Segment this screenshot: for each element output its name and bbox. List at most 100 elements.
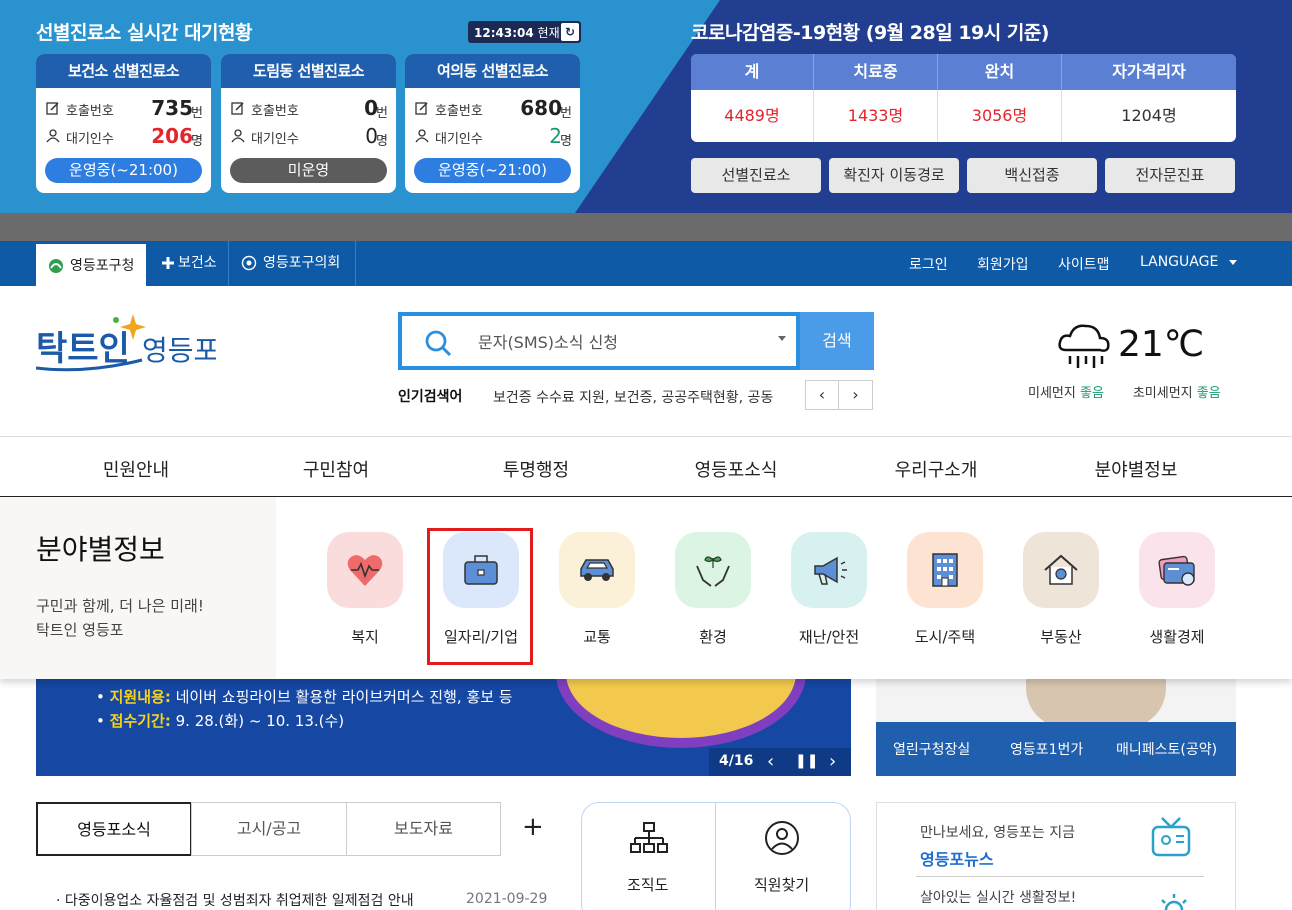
- council-emblem-icon: [241, 255, 257, 271]
- nav-news[interactable]: 영등포소식: [636, 456, 836, 482]
- staff-search-icon: [765, 821, 799, 855]
- menu-item-traffic[interactable]: 교통: [536, 530, 656, 660]
- caret-down-icon: [1228, 259, 1237, 265]
- promo-title[interactable]: 영등포뉴스: [920, 846, 994, 870]
- tab-district-news[interactable]: 영등포소식: [36, 802, 192, 856]
- login-link[interactable]: 로그인: [909, 254, 948, 274]
- covid-header: 자가격리자: [1062, 54, 1236, 90]
- slider-controls: 4/16 ‹ ❚❚ ›: [709, 748, 851, 776]
- org-chart-icon: [630, 822, 668, 853]
- edit-icon: [231, 102, 244, 115]
- menu-icon-bg: [907, 532, 983, 608]
- wait-value: 206: [151, 124, 193, 148]
- nav-field-info[interactable]: 분야별정보: [1036, 456, 1236, 482]
- clinic-button[interactable]: 선별진료소: [691, 158, 821, 193]
- edit-icon: [415, 102, 428, 115]
- tab-mayor-office[interactable]: 열린구청장실: [893, 739, 970, 759]
- site-logo[interactable]: 탁트인 영등포: [36, 310, 216, 382]
- call-label: 호출번호: [251, 104, 299, 119]
- staff-search-link[interactable]: 직원찾기: [754, 874, 809, 895]
- org-chart-link[interactable]: 조직도: [627, 874, 668, 895]
- menu-item-label: 부동산: [1040, 628, 1082, 646]
- refresh-icon[interactable]: ↻: [561, 23, 579, 41]
- wait-unit: 명: [560, 134, 572, 149]
- nav-civil-service[interactable]: 민원안내: [36, 456, 236, 482]
- hero-line-support: • 지원내용: 네이버 쇼핑라이브 활용한 라이브커머스 진행, 홍보 등: [96, 688, 513, 706]
- call-number-row: 호출번호 680 번: [413, 96, 572, 122]
- covid-col-treating: 치료중 1433명: [814, 54, 938, 142]
- popular-keywords-label: 인기검색어: [398, 389, 463, 405]
- mega-menu-subtitle: 구민과 함께, 더 나은 미래!: [36, 597, 204, 615]
- tab-council[interactable]: 영등포구의회: [229, 241, 355, 286]
- menu-item-welfare[interactable]: 복지: [304, 530, 424, 660]
- call-unit: 번: [191, 106, 203, 121]
- nav-administration[interactable]: 투명행정: [436, 456, 636, 482]
- vaccine-button[interactable]: 백신접종: [967, 158, 1097, 193]
- route-button[interactable]: 확진자 이동경로: [829, 158, 959, 193]
- questionnaire-button[interactable]: 전자문진표: [1105, 158, 1235, 193]
- edit-icon: [46, 102, 59, 115]
- news-item[interactable]: · 다중이용업소 자율점검 및 성범죄자 취업제한 일제점검 안내: [56, 890, 414, 910]
- tab-label: 영등포구청: [70, 258, 135, 274]
- covid-value: 1204명: [1121, 106, 1177, 125]
- tab-label: 보건소: [178, 255, 217, 271]
- prev-keyword-button[interactable]: ‹: [805, 380, 839, 410]
- top-nav: 영등포구청 보건소 영등포구의회 로그인 회원가입 사이트맵 LANGUAGE: [0, 241, 1292, 286]
- next-slide-icon[interactable]: ›: [829, 751, 836, 772]
- hero-line-period: • 접수기간: 9. 28.(화) ~ 10. 13.(수): [96, 712, 345, 730]
- slide-counter: 4/16: [719, 753, 754, 769]
- prev-slide-icon[interactable]: ‹: [767, 751, 774, 772]
- search-input[interactable]: [478, 316, 768, 366]
- mega-menu-title: 분야별정보: [36, 533, 165, 566]
- menu-item-label: 복지: [351, 628, 379, 646]
- menu-item-label: 생활경제: [1149, 628, 1205, 646]
- person-icon: [231, 129, 245, 143]
- wait-count-row: 대기인수 0 명: [229, 124, 388, 150]
- popular-keywords[interactable]: 보건증 수수료 지원, 보건증, 공공주택현황, 공동: [493, 387, 797, 407]
- tab-manifesto[interactable]: 매니페스토(공약): [1116, 739, 1217, 759]
- tab-district-office[interactable]: 영등포구청: [36, 241, 146, 286]
- dust-value: 좋음: [1079, 386, 1104, 401]
- tab-press[interactable]: 보도자료: [346, 802, 501, 856]
- language-label: LANGUAGE: [1140, 254, 1219, 270]
- tab-notices[interactable]: 고시/공고: [191, 802, 347, 856]
- language-dropdown[interactable]: LANGUAGE: [1140, 254, 1237, 270]
- menu-item-environment[interactable]: 환경: [652, 530, 772, 660]
- chevron-down-icon[interactable]: [778, 336, 786, 341]
- nav-about[interactable]: 우리구소개: [836, 456, 1036, 482]
- search-button[interactable]: 검색: [800, 312, 874, 370]
- dust-label: 미세먼지: [1028, 386, 1076, 401]
- call-number-row: 호출번호 0 번: [229, 96, 388, 122]
- sitemap-link[interactable]: 사이트맵: [1058, 254, 1110, 274]
- hero-illustration: [556, 678, 806, 748]
- mayor-tabs: 열린구청장실 영등포1번가 매니페스토(공약): [876, 722, 1236, 776]
- next-keyword-button[interactable]: ›: [839, 380, 873, 410]
- status-badge: 운영중(~21:00): [45, 158, 202, 183]
- tab-yeongdeungpo-first[interactable]: 영등포1번가: [1010, 739, 1083, 759]
- heart-icon: [347, 555, 383, 586]
- promo-subtitle: 만나보세요, 영등포는 지금: [920, 825, 1076, 841]
- tab-health-center[interactable]: 보건소: [146, 241, 228, 286]
- covid-header: 치료중: [814, 54, 938, 90]
- call-number-row: 호출번호 735 번: [44, 96, 203, 122]
- quick-divider: [715, 802, 716, 910]
- tab-divider: [355, 241, 356, 286]
- quick-links: [581, 802, 851, 910]
- menu-item-label: 환경: [699, 628, 727, 646]
- news-item-date: 2021-09-29: [466, 891, 548, 907]
- pause-icon[interactable]: ❚❚: [795, 753, 818, 769]
- search-icon[interactable]: [424, 329, 452, 357]
- mega-menu-subtitle: 탁트인 영등포: [36, 621, 124, 639]
- hero-banner[interactable]: • 지원내용: 네이버 쇼핑라이브 활용한 라이브커머스 진행, 홍보 등 • …: [36, 678, 851, 776]
- wait-label: 대기인수: [66, 132, 114, 147]
- more-news-button[interactable]: +: [522, 812, 544, 842]
- signup-link[interactable]: 회원가입: [977, 254, 1029, 274]
- nav-participation[interactable]: 구민참여: [236, 456, 436, 482]
- menu-item-real-estate[interactable]: 부동산: [1000, 530, 1120, 660]
- menu-item-safety[interactable]: 재난/안전: [768, 530, 888, 660]
- wallet-icon: [1158, 555, 1195, 586]
- mayor-photo: [1026, 678, 1166, 728]
- menu-item-economy[interactable]: 생활경제: [1116, 530, 1236, 660]
- menu-item-housing[interactable]: 도시/주택: [884, 530, 1004, 660]
- covid-col-recovered: 완치 3056명: [938, 54, 1062, 142]
